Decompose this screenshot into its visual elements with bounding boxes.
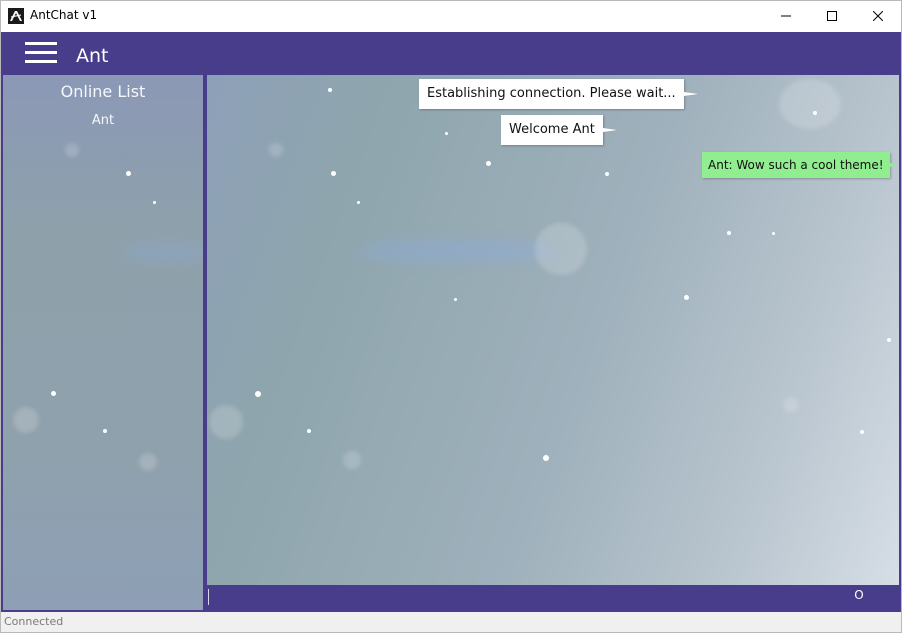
bokeh-decoration <box>13 407 39 433</box>
snowflake-decoration <box>543 455 549 461</box>
snowflake-decoration <box>887 338 891 342</box>
app-window: AntChat v1 Ant Online List Ant Establish… <box>0 0 902 633</box>
snowflake-decoration <box>727 231 731 235</box>
bokeh-decoration <box>343 451 361 469</box>
snowflake-decoration <box>605 172 609 176</box>
close-icon <box>873 11 883 21</box>
app-header: Ant <box>1 32 901 75</box>
snowflake-decoration <box>454 298 457 301</box>
online-list-panel: Online List Ant <box>3 75 203 610</box>
snowflake-decoration <box>860 430 864 434</box>
online-list-title: Online List <box>60 82 146 101</box>
connection-status: Connected <box>4 615 64 628</box>
chat-area: Establishing connection. Please wait... … <box>207 75 899 585</box>
snowflake-decoration <box>51 391 56 396</box>
bokeh-decoration <box>783 397 799 413</box>
snowflake-decoration <box>486 161 491 166</box>
snowflake-decoration <box>328 88 332 92</box>
snowflake-decoration <box>255 391 261 397</box>
light-streak-decoration <box>357 240 557 262</box>
window-title: AntChat v1 <box>30 8 98 22</box>
minimize-icon <box>781 15 791 17</box>
hamburger-menu-icon[interactable] <box>25 42 57 64</box>
bokeh-decoration <box>269 143 283 157</box>
title-bar[interactable]: AntChat v1 <box>1 1 901 32</box>
maximize-icon <box>827 11 837 21</box>
light-streak-decoration <box>123 243 203 261</box>
header-username: Ant <box>76 45 109 67</box>
bokeh-decoration <box>779 79 841 129</box>
snowflake-decoration <box>331 171 336 176</box>
status-bar: Connected <box>1 612 901 632</box>
bokeh-decoration <box>209 405 243 439</box>
online-user-item[interactable]: Ant <box>3 113 203 128</box>
message-input[interactable]: O <box>207 585 899 610</box>
minimize-button[interactable] <box>763 1 809 31</box>
app-logo-icon <box>8 8 24 24</box>
snowflake-decoration <box>103 429 107 433</box>
snowflake-decoration <box>813 111 817 115</box>
close-button[interactable] <box>855 1 901 31</box>
send-button[interactable]: O <box>847 588 871 602</box>
chat-message-user: Ant: Wow such a cool theme! <box>702 152 898 178</box>
text-caret <box>208 589 209 605</box>
snowflake-decoration <box>445 132 448 135</box>
bokeh-decoration <box>65 143 79 157</box>
bokeh-decoration <box>139 453 157 471</box>
snowflake-decoration <box>357 201 360 204</box>
chat-message: Welcome Ant <box>501 115 617 145</box>
maximize-button[interactable] <box>809 1 855 31</box>
snowflake-decoration <box>307 429 311 433</box>
snowflake-decoration <box>153 201 156 204</box>
snowflake-decoration <box>126 171 131 176</box>
bokeh-decoration <box>535 223 587 275</box>
snowflake-decoration <box>684 295 689 300</box>
snowflake-decoration <box>772 232 775 235</box>
chat-message: Establishing connection. Please wait... <box>419 79 698 109</box>
